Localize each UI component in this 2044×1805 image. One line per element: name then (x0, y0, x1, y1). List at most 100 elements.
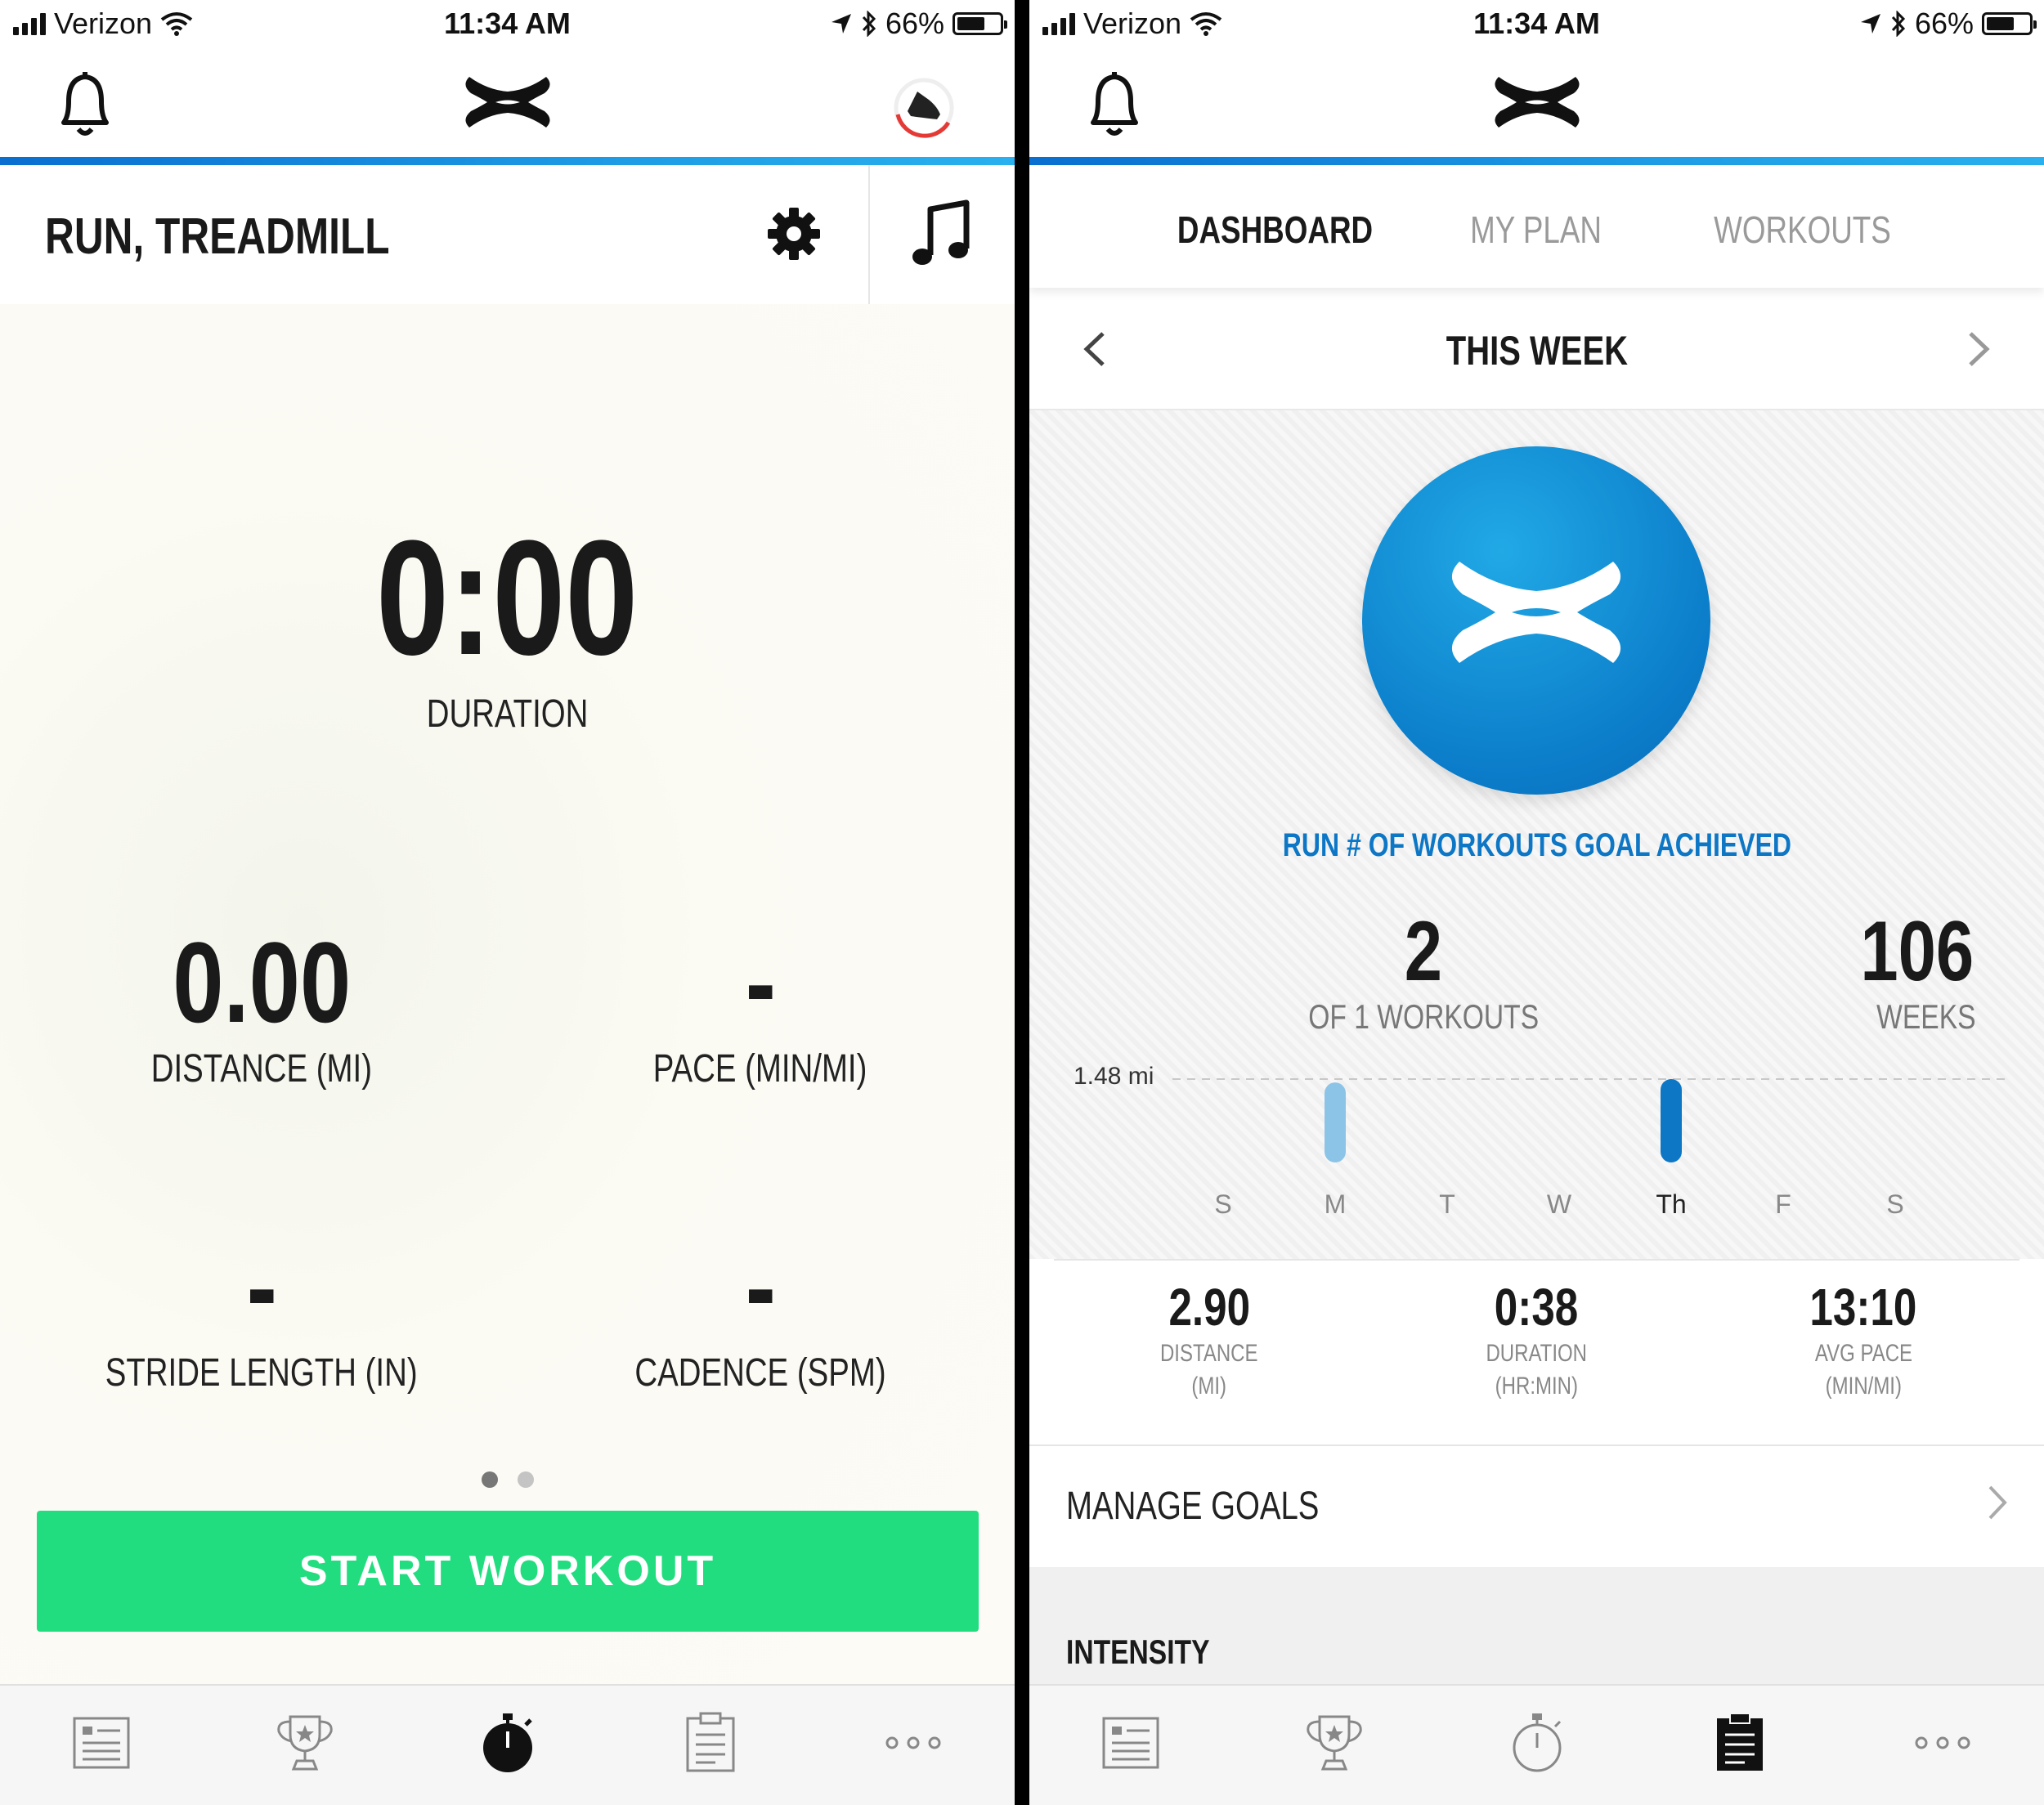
page-dot[interactable] (517, 1471, 534, 1488)
intensity-section: INTENSITY (1029, 1567, 2044, 1686)
pace-metric: - PACE (MIN/MI) (540, 925, 981, 1091)
chevron-right-icon (1988, 1485, 2007, 1520)
music-icon[interactable] (909, 198, 975, 271)
trophy-icon[interactable] (272, 1710, 338, 1776)
week-label: THIS WEEK (1446, 328, 1628, 374)
weekly-totals: 2.90 DISTANCE (MI) 0:38 DURATION (HR:MIN… (1054, 1259, 2019, 1444)
intensity-title: INTENSITY (1066, 1633, 1210, 1671)
stride-label: STRIDE LENGTH (IN) (105, 1351, 418, 1395)
gear-icon[interactable] (764, 204, 823, 263)
activity-title[interactable]: RUN, TREADMILL (45, 208, 476, 266)
title-divider (868, 165, 870, 304)
total-duration-unit: (HR:MIN) (1495, 1373, 1578, 1400)
total-duration: 0:38 DURATION (HR:MIN) (1381, 1277, 1692, 1403)
stride-value: - (246, 1222, 277, 1350)
stopwatch-icon[interactable] (1504, 1710, 1570, 1776)
avg-pace-unit: (MIN/MI) (1825, 1373, 1902, 1400)
battery-icon (1982, 12, 2037, 35)
bottom-tab-bar (0, 1684, 1015, 1805)
pace-label: PACE (MIN/MI) (653, 1047, 867, 1091)
under-armour-logo (464, 77, 550, 128)
app-header (1029, 51, 2044, 157)
distance-value: 0.00 (172, 918, 351, 1046)
total-distance-unit: (MI) (1191, 1373, 1227, 1400)
cadence-value: - (745, 1222, 776, 1350)
battery-percent: 66% (885, 7, 944, 40)
feed-icon[interactable] (1099, 1710, 1164, 1776)
cadence-label: CADENCE (SPM) (634, 1351, 886, 1395)
trophy-icon[interactable] (1302, 1710, 1367, 1776)
chart-bar-1[interactable] (1325, 1082, 1346, 1162)
distance-label: DISTANCE (MI) (150, 1047, 373, 1091)
day-label-2: T (1439, 1189, 1455, 1219)
dashboard-screen: Verizon 11:34 AM 66% DASHBOARD MY PLAN W… (1029, 0, 2044, 1805)
weeks-value: 106 (1860, 904, 1975, 999)
activity-title-row: RUN, TREADMILL (0, 165, 1015, 306)
duration-metric: 0:00 DURATION (0, 517, 1015, 737)
week-selector: THIS WEEK (1029, 288, 2044, 410)
day-label-5: F (1775, 1189, 1791, 1219)
duration-label: DURATION (426, 692, 589, 736)
dashboard-tabs: DASHBOARD MY PLAN WORKOUTS (1029, 165, 2044, 288)
goal-achieved-text: RUN # OF WORKOUTS GOAL ACHIEVED (1282, 827, 1791, 863)
avg-pace-label: AVG PACE (1814, 1340, 1912, 1367)
avg-pace-value: 13:10 (1809, 1278, 1917, 1337)
stride-metric: - STRIDE LENGTH (IN) (41, 1229, 482, 1395)
total-distance-label: DISTANCE (1160, 1340, 1258, 1367)
location-icon (1860, 14, 1880, 34)
total-distance: 2.90 DISTANCE (MI) (1054, 1277, 1365, 1403)
stopwatch-icon[interactable] (475, 1710, 540, 1776)
day-label-6: S (1886, 1189, 1903, 1219)
avg-pace: 13:10 AVG PACE (MIN/MI) (1708, 1277, 2019, 1403)
chart-bar-4[interactable] (1661, 1079, 1682, 1162)
manage-goals-label: MANAGE GOALS (1066, 1485, 1320, 1528)
tab-my-plan[interactable]: MY PLAN (1381, 208, 1692, 252)
weeks-label: WEEKS (1876, 997, 1976, 1036)
page-dot[interactable] (481, 1471, 498, 1488)
location-icon (831, 14, 851, 34)
app-header (0, 51, 1015, 157)
chevron-right-icon[interactable] (1962, 329, 1995, 370)
status-right: 66% (1859, 7, 2037, 41)
pace-value: - (745, 918, 776, 1046)
day-label-3: W (1547, 1189, 1572, 1219)
goal-badge (1362, 446, 1710, 795)
shoe-tracker-icon[interactable] (891, 75, 957, 141)
duration-value: 0:00 (376, 507, 639, 689)
bell-icon[interactable] (1082, 69, 1147, 142)
bell-icon[interactable] (52, 69, 118, 142)
bottom-tab-bar (1029, 1684, 2044, 1805)
total-duration-value: 0:38 (1494, 1278, 1579, 1337)
battery-icon (953, 12, 1007, 35)
more-icon[interactable] (1910, 1710, 1975, 1776)
battery-percent: 66% (1914, 7, 1974, 40)
tab-workouts[interactable]: WORKOUTS (1647, 208, 1957, 252)
goal-summary: RUN # OF WORKOUTS GOAL ACHIEVED 106 2 1.… (1029, 410, 2044, 1259)
start-workout-button[interactable]: START WORKOUT (37, 1511, 979, 1632)
status-right: 66% (830, 7, 1007, 41)
status-bar: Verizon 11:34 AM 66% (0, 0, 1015, 51)
distance-metric: 0.00 DISTANCE (MI) (41, 925, 482, 1091)
cadence-metric: - CADENCE (SPM) (540, 1229, 981, 1395)
feed-icon[interactable] (69, 1710, 135, 1776)
more-icon[interactable] (881, 1710, 946, 1776)
bluetooth-icon (1891, 11, 1906, 37)
workouts-label: OF 1 WORKOUTS (1308, 997, 1539, 1036)
clipboard-icon[interactable] (678, 1710, 743, 1776)
battery-fill (957, 17, 984, 30)
day-label-4: Th (1656, 1189, 1686, 1219)
day-label-1: M (1325, 1189, 1347, 1219)
page-indicator (0, 1471, 1015, 1492)
manage-goals-row[interactable]: MANAGE GOALS (1029, 1444, 2044, 1569)
total-duration-label: DURATION (1486, 1340, 1587, 1367)
workouts-value: 2 (1404, 904, 1443, 999)
bluetooth-icon (862, 11, 876, 37)
weekly-distance-chart: 1.48 mi S M T W Th F S (1029, 1048, 2044, 1228)
bar-chart: 1.48 mi S M T W Th F S (1074, 1063, 2010, 1219)
clipboard-icon[interactable] (1707, 1710, 1773, 1776)
under-armour-logo (1451, 562, 1621, 663)
chart-max-label: 1.48 mi (1074, 1063, 1154, 1090)
header-accent-line (1029, 157, 2044, 165)
total-distance-value: 2.90 (1168, 1278, 1250, 1337)
under-armour-logo (1494, 77, 1580, 128)
